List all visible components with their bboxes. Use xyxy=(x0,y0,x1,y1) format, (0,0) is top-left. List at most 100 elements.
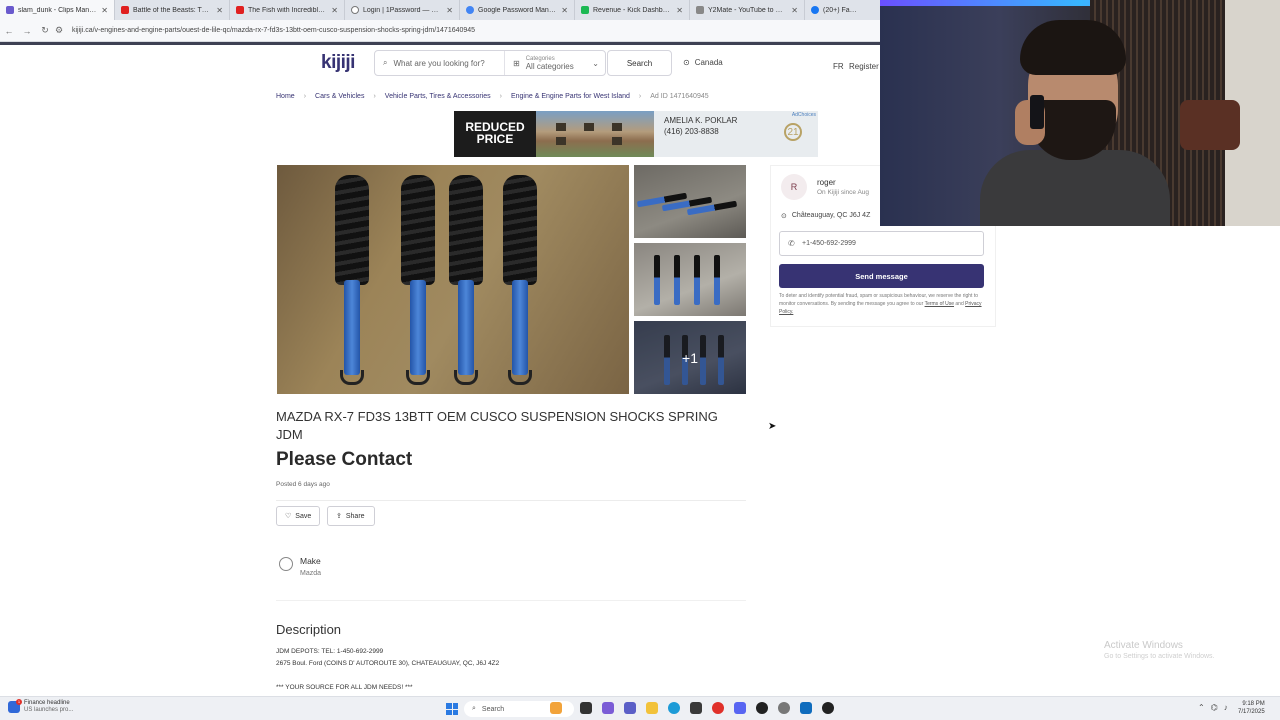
divider xyxy=(276,500,746,501)
ad-headline: REDUCED PRICE xyxy=(454,111,536,157)
ad-house-image xyxy=(536,111,654,157)
store-icon[interactable] xyxy=(690,702,702,714)
tab-close-icon[interactable]: ✕ xyxy=(676,6,683,15)
tab-close-icon[interactable]: ✕ xyxy=(791,6,798,15)
url-field[interactable]: kijiji.ca/v-engines-and-engine-parts/oue… xyxy=(72,27,475,34)
location-selector[interactable]: ⊙ Canada xyxy=(683,58,723,67)
category-value: All categories xyxy=(525,61,574,71)
adchoices-icon[interactable]: AdChoices xyxy=(792,112,816,118)
forward-arrow-icon[interactable]: → xyxy=(18,26,36,36)
news-widget[interactable]: 1 Finance headline US launches pro... xyxy=(8,699,74,714)
browser-tab[interactable]: slam_dunk - Clips Manager ✕ xyxy=(0,0,115,20)
category-select[interactable]: ⊞ Categories All categories ⌄ xyxy=(505,56,605,71)
app-icon[interactable] xyxy=(756,702,768,714)
youtube-icon xyxy=(121,6,129,14)
tab-label: slam_dunk - Clips Manager xyxy=(18,6,98,14)
outlook-icon[interactable] xyxy=(800,702,812,714)
disclaimer-and: and xyxy=(955,301,964,307)
make-icon xyxy=(279,557,293,571)
attribute-label: Make xyxy=(300,556,321,566)
browser-tab[interactable]: Google Password Manager ✕ xyxy=(460,0,575,20)
tab-close-icon[interactable]: ✕ xyxy=(101,6,108,15)
description-line: JDM DEPOTS: TEL: 1-450-692-2999 xyxy=(276,648,384,655)
tab-close-icon[interactable]: ✕ xyxy=(331,6,338,15)
breadcrumb-item[interactable]: Home xyxy=(276,93,295,100)
tab-close-icon[interactable]: ✕ xyxy=(216,6,223,15)
breadcrumb-separator-icon: › xyxy=(373,93,376,100)
settings-icon[interactable] xyxy=(778,702,790,714)
teams-icon[interactable] xyxy=(624,702,636,714)
ad-banner[interactable]: REDUCED PRICE AMELIA K. POKLAR (416) 203… xyxy=(454,111,818,157)
kijiji-logo[interactable]: kijiji xyxy=(321,52,355,74)
edge-icon[interactable] xyxy=(668,702,680,714)
breadcrumb-item[interactable]: Cars & Vehicles xyxy=(315,93,364,100)
photo-thumbnail[interactable] xyxy=(634,243,746,316)
tab-close-icon[interactable]: ✕ xyxy=(446,6,453,15)
reload-icon[interactable]: ↻ xyxy=(36,25,54,36)
youtube-icon xyxy=(236,6,244,14)
file-explorer-icon[interactable] xyxy=(646,702,658,714)
task-view-icon[interactable] xyxy=(580,702,592,714)
register-link[interactable]: Register xyxy=(849,62,879,71)
photo-thumbnail-more[interactable]: +1 xyxy=(634,321,746,394)
site-info-icon[interactable]: ⚙ xyxy=(54,25,64,36)
browser-tab[interactable]: The Fish with Incredible Shock ✕ xyxy=(230,0,345,20)
category-grid-icon: ⊞ xyxy=(513,58,520,68)
seller-name[interactable]: roger xyxy=(817,178,836,187)
breadcrumb-separator-icon: › xyxy=(303,93,307,100)
seller-since: On Kijiji since Aug xyxy=(817,189,870,196)
y2mate-icon xyxy=(696,6,704,14)
search-input[interactable]: ⌕ What are you looking for? xyxy=(375,51,505,75)
location-label: Canada xyxy=(694,58,723,67)
back-arrow-icon[interactable]: ← xyxy=(0,26,18,36)
seller-location-text: Châteauguay, QC J6J 4Z xyxy=(791,212,871,219)
ad-agent-name: AMELIA K. POKLAR xyxy=(664,116,738,125)
widgets-icon[interactable] xyxy=(550,702,562,714)
category-text: Categories All categories xyxy=(526,56,574,71)
tab-favicon-icon xyxy=(6,6,14,14)
news-subtitle: US launches pro... xyxy=(24,707,74,713)
copilot-icon[interactable] xyxy=(602,702,614,714)
description-title: Description xyxy=(276,622,342,637)
tab-close-icon[interactable]: ✕ xyxy=(561,6,568,15)
windows-start-icon[interactable] xyxy=(446,703,458,715)
chrome-icon[interactable] xyxy=(712,702,724,714)
shock-image xyxy=(401,175,435,385)
more-photos-count: +1 xyxy=(634,321,746,394)
tab-label: Battle of the Beasts: The Fight xyxy=(133,6,212,14)
browser-tab-strip: slam_dunk - Clips Manager ✕ Battle of the… xyxy=(0,0,880,20)
terms-link[interactable]: Terms of Use xyxy=(925,301,954,307)
location-pin-icon: ⊙ xyxy=(683,58,690,67)
chair xyxy=(1180,100,1240,150)
share-button[interactable]: ⇪ Share xyxy=(327,506,375,526)
photo-thumbnail[interactable] xyxy=(634,165,746,238)
breadcrumb-item[interactable]: Engine & Engine Parts for West Island xyxy=(511,93,630,100)
activate-windows-subtitle: Go to Settings to activate Windows. xyxy=(1104,653,1215,660)
breadcrumb: Home › Cars & Vehicles › Vehicle Parts, … xyxy=(276,93,709,100)
kick-icon xyxy=(581,6,589,14)
media-player-icon[interactable] xyxy=(822,702,834,714)
phone-icon xyxy=(1030,95,1044,129)
discord-icon[interactable] xyxy=(734,702,746,714)
browser-tab[interactable]: Revenue - Kick Dashboard ✕ xyxy=(575,0,690,20)
phone-field[interactable]: ✆ +1-450-692-2999 xyxy=(779,231,984,256)
system-tray[interactable]: ⌃ ⌬ ♪ xyxy=(1198,703,1228,712)
volume-icon: ♪ xyxy=(1223,703,1228,712)
main-listing-photo[interactable] xyxy=(277,165,629,394)
browser-tab[interactable]: Login | 1Password — Password ✕ xyxy=(345,0,460,20)
browser-tab[interactable]: (20+) Facebook xyxy=(805,0,865,20)
activate-windows-title: Activate Windows xyxy=(1104,640,1183,651)
browser-tab[interactable]: Battle of the Beasts: The Fight ✕ xyxy=(115,0,230,20)
send-message-button[interactable]: Send message xyxy=(779,264,984,288)
language-toggle[interactable]: FR xyxy=(833,62,844,71)
news-count: 1 xyxy=(16,699,22,705)
avatar[interactable]: R xyxy=(781,174,807,200)
share-label: Share xyxy=(345,512,365,520)
breadcrumb-item[interactable]: Vehicle Parts, Tires & Accessories xyxy=(385,93,491,100)
search-button[interactable]: Search xyxy=(607,50,672,76)
browser-tab[interactable]: Y2Mate - YouTube to MP3 Co ✕ xyxy=(690,0,805,20)
save-button[interactable]: ♡ Save xyxy=(276,506,320,526)
breadcrumb-separator-icon: › xyxy=(499,93,502,100)
system-clock[interactable]: 9:18 PM 7/17/2025 xyxy=(1238,700,1265,716)
tab-label: (20+) Facebook xyxy=(823,6,859,14)
